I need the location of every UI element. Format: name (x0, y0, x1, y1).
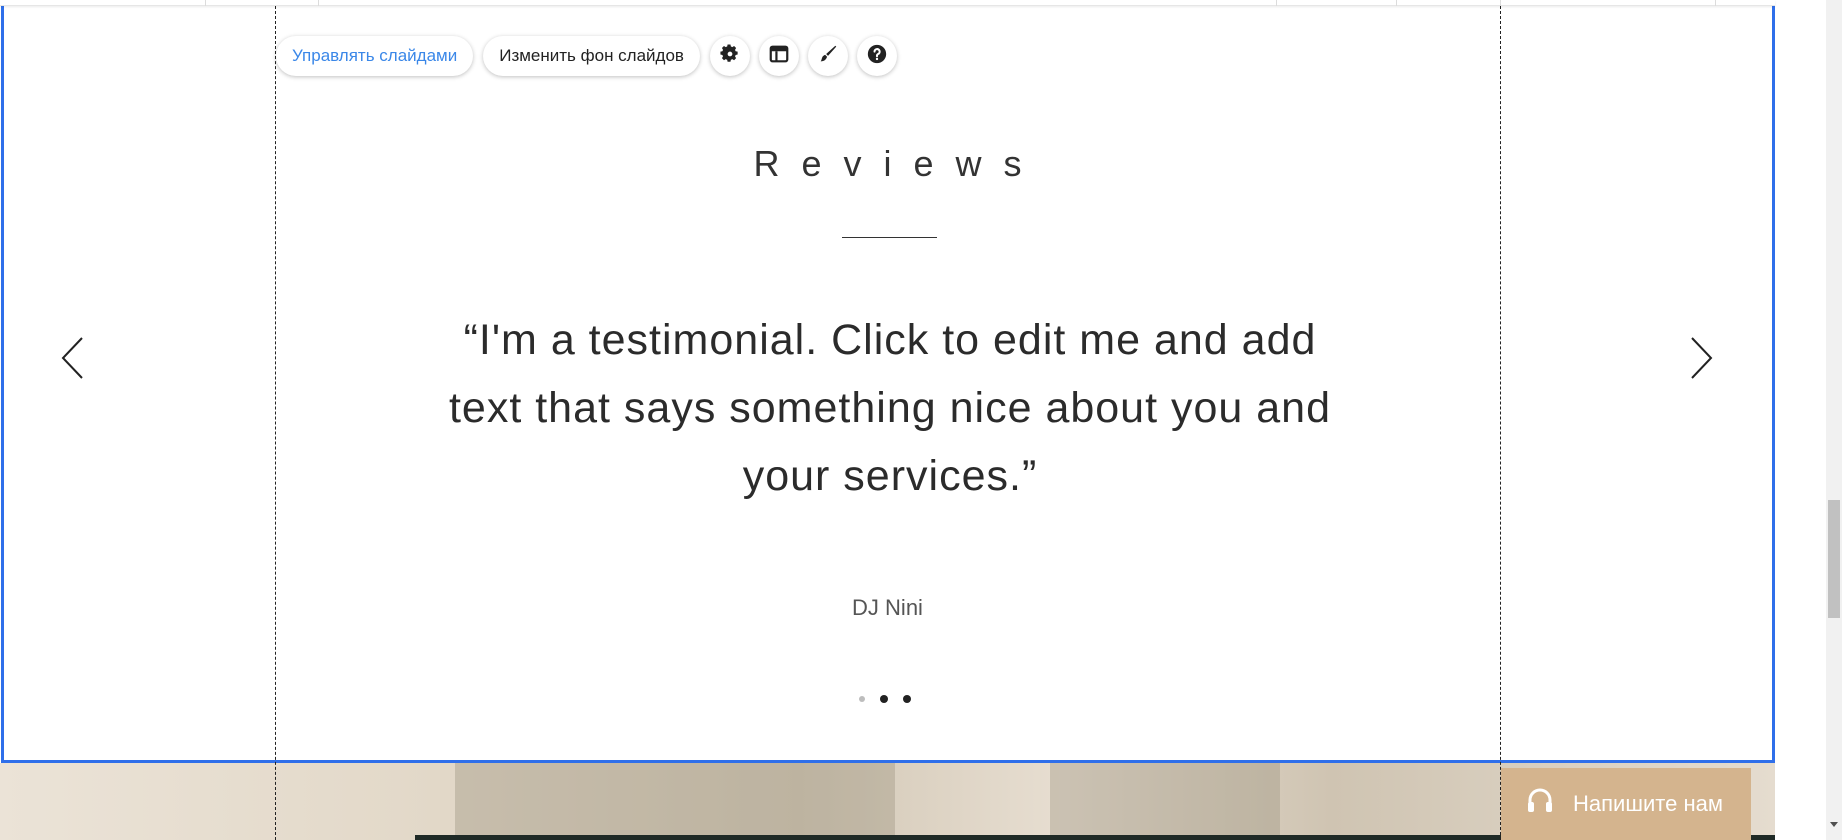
previous-slide-button[interactable] (53, 335, 93, 385)
slide-indicator (859, 695, 926, 703)
next-slide-button[interactable] (1681, 335, 1721, 385)
testimonial-author[interactable]: DJ Nini (0, 595, 1775, 621)
top-strip-divider (1396, 0, 1397, 6)
grid-guide-left (275, 6, 276, 840)
help-icon (866, 43, 888, 69)
top-strip-divider (1715, 0, 1716, 6)
headset-icon (1525, 786, 1573, 822)
chat-button-label: Напишите нам (1573, 791, 1723, 816)
gear-icon (719, 43, 741, 69)
scroll-down-arrow-icon[interactable] (1830, 822, 1838, 827)
background-image-shape (455, 763, 895, 840)
layout-icon (768, 43, 790, 69)
top-strip-divider (1276, 0, 1277, 6)
chevron-left-icon (60, 336, 86, 384)
change-slides-background-button[interactable]: Изменить фон слайдов (483, 36, 700, 76)
design-button[interactable] (807, 36, 848, 76)
background-image-shape (1050, 763, 1280, 840)
top-strip-divider (205, 0, 206, 6)
help-button[interactable] (856, 36, 897, 76)
layout-button[interactable] (758, 36, 799, 76)
chat-button[interactable]: Напишите нам (1501, 768, 1751, 840)
title-divider (842, 237, 937, 238)
settings-button[interactable] (709, 36, 750, 76)
grid-guide-right (1500, 6, 1501, 840)
brush-icon (817, 43, 839, 69)
scrollbar-track[interactable] (1826, 0, 1842, 840)
slide-dot[interactable] (880, 695, 888, 703)
floating-toolbar: Управлять слайдами Изменить фон слайдов (276, 36, 906, 76)
slide-title[interactable]: Reviews (0, 143, 1775, 185)
manage-slides-button[interactable]: Управлять слайдами (276, 36, 474, 76)
scrollbar-thumb[interactable] (1828, 500, 1840, 618)
slide-dot[interactable] (903, 695, 911, 703)
editor-top-strip (0, 0, 1775, 6)
slide-dot[interactable] (859, 696, 865, 702)
top-strip-divider (318, 0, 319, 6)
chevron-right-icon (1688, 336, 1714, 384)
testimonial-text[interactable]: “I'm a testimonial. Click to edit me and… (440, 306, 1340, 510)
top-strip-divider (1500, 0, 1501, 6)
